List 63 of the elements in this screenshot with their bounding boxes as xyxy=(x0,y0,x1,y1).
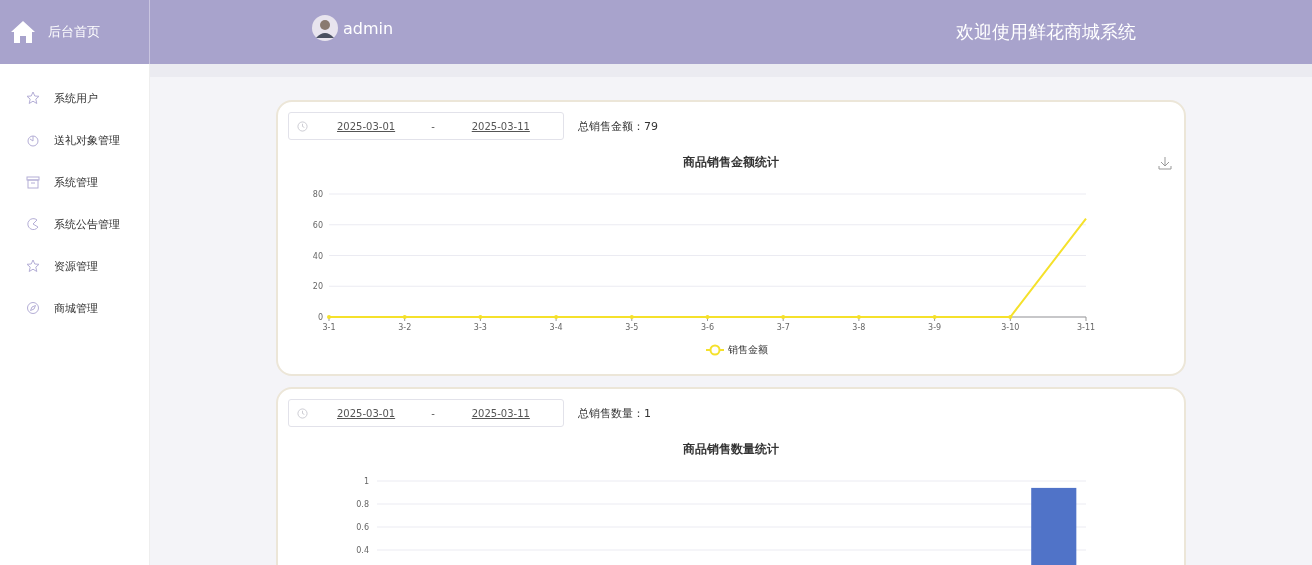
chart-title: 商品销售金额统计 xyxy=(683,155,779,169)
sidebar-item[interactable]: 商城管理 xyxy=(0,287,149,329)
sidebar-item[interactable]: 系统公告管理 xyxy=(0,203,149,245)
clock-icon xyxy=(297,407,308,419)
data-point xyxy=(554,315,559,319)
chart-title: 商品销售数量统计 xyxy=(683,442,779,456)
legend-marker[interactable] xyxy=(705,344,725,356)
x-tick-label: 3-11 xyxy=(1076,323,1096,332)
x-tick-label: 3-4 xyxy=(549,323,563,332)
data-point xyxy=(402,315,407,319)
app-title: 欢迎使用鲜花商城系统 xyxy=(956,20,1136,44)
compass-icon xyxy=(26,301,40,315)
data-point xyxy=(629,315,634,319)
x-tick-label: 3-7 xyxy=(776,323,790,332)
y-tick-label: 0.8 xyxy=(356,500,369,509)
x-tick-label: 3-6 xyxy=(700,323,715,332)
total-text: 总销售数量：1 xyxy=(578,405,651,421)
y-tick-label: 0.6 xyxy=(356,523,369,532)
data-point xyxy=(781,315,786,319)
data-point xyxy=(705,315,710,319)
y-tick-label: 20 xyxy=(312,282,323,292)
data-point xyxy=(327,315,331,319)
x-tick-label: 3-3 xyxy=(473,323,487,332)
y-tick-label: 80 xyxy=(312,190,323,199)
y-tick-label: 40 xyxy=(312,251,323,261)
user-name: admin xyxy=(343,18,394,38)
star-icon xyxy=(26,259,40,273)
start-date[interactable]: 2025-03-01 xyxy=(337,120,396,132)
sidebar-item[interactable]: 资源管理 xyxy=(0,245,149,287)
pie-icon xyxy=(26,217,40,231)
x-tick-label: 3-2 xyxy=(398,323,412,332)
y-tick-label: 0 xyxy=(317,313,323,322)
date-range-picker[interactable]: 2025-03-01 - 2025-03-11 xyxy=(288,112,564,140)
x-tick-label: 3-1 xyxy=(322,323,336,332)
data-point xyxy=(932,315,937,319)
avatar xyxy=(312,15,338,41)
timer-icon xyxy=(26,133,40,147)
range-separator: - xyxy=(431,120,435,132)
star-icon xyxy=(26,91,40,105)
total-text: 总销售金额：79 xyxy=(578,118,658,134)
box-icon xyxy=(26,175,40,189)
home-icon[interactable] xyxy=(10,20,36,44)
end-date[interactable]: 2025-03-11 xyxy=(471,120,530,132)
x-tick-label: 3-10 xyxy=(1001,323,1020,332)
y-tick-label: 1 xyxy=(363,477,369,486)
sidebar-item[interactable]: 系统管理 xyxy=(0,161,149,203)
sidebar-item[interactable]: 送礼对象管理 xyxy=(0,119,149,161)
sidebar-item[interactable]: 系统用户 xyxy=(0,77,149,119)
y-tick-label: 0.4 xyxy=(356,546,369,555)
clock-icon xyxy=(297,120,308,132)
end-date[interactable]: 2025-03-11 xyxy=(471,407,530,419)
range-separator: - xyxy=(431,407,435,419)
data-point xyxy=(856,315,861,319)
legend-label[interactable]: 销售金额 xyxy=(728,344,768,355)
x-tick-label: 3-5 xyxy=(625,323,639,332)
start-date[interactable]: 2025-03-01 xyxy=(337,407,396,419)
download-icon[interactable] xyxy=(1158,156,1172,170)
y-tick-label: 60 xyxy=(312,220,323,230)
x-tick-label: 3-8 xyxy=(852,323,866,332)
x-tick-label: 3-9 xyxy=(928,323,942,332)
data-point xyxy=(478,315,483,319)
date-range-picker[interactable]: 2025-03-01 - 2025-03-11 xyxy=(288,399,564,427)
data-point xyxy=(1008,315,1013,319)
